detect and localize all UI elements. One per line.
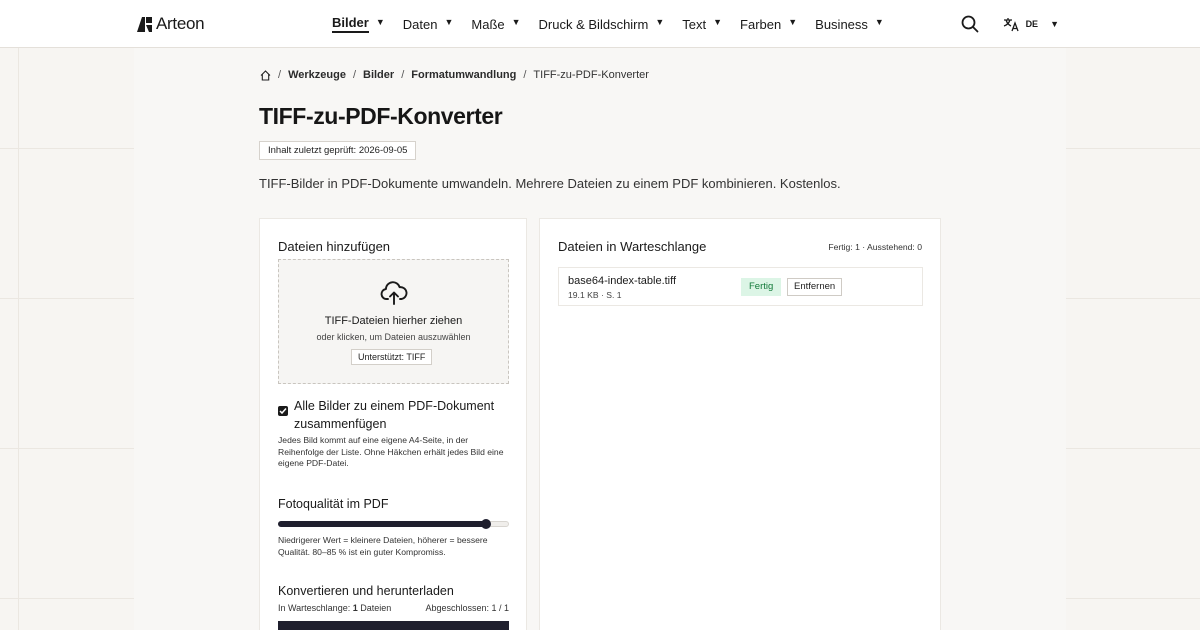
file-dropzone[interactable]: TIFF-Dateien hierher ziehen oder klicken… <box>278 259 509 384</box>
convert-download-button[interactable] <box>278 621 509 630</box>
convert-title: Konvertieren und herunterladen <box>278 584 454 598</box>
nav-item-label: Druck & Bildschirm <box>538 16 649 32</box>
cloud-upload-icon <box>380 281 408 305</box>
page-title: TIFF-zu-PDF-Konverter <box>259 103 503 129</box>
brand-logo-icon <box>137 16 152 32</box>
brand-name: Arteon <box>156 14 205 33</box>
dropzone-hint: oder klicken, um Dateien auszuwählen <box>316 332 471 342</box>
nav-item-druck-bildschirm[interactable]: Druck & Bildschirm ▼ <box>539 0 665 48</box>
merge-help-text: Jedes Bild kommt auf eine eigene A4-Seit… <box>278 435 504 468</box>
language-code: DE <box>1025 19 1039 29</box>
caret-down-icon: ▼ <box>874 17 884 27</box>
file-meta: 19.1 KB · S. 1 <box>568 290 622 300</box>
queue-status: Fertig: 1 · Ausstehend: 0 <box>828 242 922 252</box>
search-icon <box>961 15 978 33</box>
translate-icon <box>1003 17 1019 31</box>
nav-item-label: Farben <box>740 16 782 32</box>
nav-item-label: Business <box>815 16 868 32</box>
nav-item-masse[interactable]: Maße ▼ <box>471 0 520 48</box>
slider-thumb[interactable] <box>480 519 491 529</box>
status-badge: Fertig <box>741 278 782 296</box>
nav-item-label: Daten <box>402 16 438 32</box>
caret-down-icon: ▼ <box>444 17 454 27</box>
breadcrumb: / Werkzeuge / Bilder / Formatumwandlung … <box>260 69 649 81</box>
queue-count: 1 <box>352 603 358 613</box>
nav-item-farben[interactable]: Farben ▼ <box>740 0 797 48</box>
add-files-title: Dateien hinzufügen <box>278 239 391 254</box>
dropzone-title: TIFF-Dateien hierher ziehen <box>324 315 463 327</box>
page-intro: TIFF-Bilder in PDF-Dokumente umwandeln. … <box>259 176 841 191</box>
main-content: / Werkzeuge / Bilder / Formatumwandlung … <box>134 48 1066 630</box>
caret-down-icon: ▼ <box>1050 19 1059 29</box>
slider-fill <box>278 521 486 527</box>
queue-file-row: base64-index-table.tiff 19.1 KB · S. 1 F… <box>558 267 923 306</box>
caret-down-icon: ▼ <box>511 17 521 27</box>
breadcrumb-separator: / <box>278 69 282 81</box>
breadcrumb-separator: / <box>401 69 405 81</box>
remove-button[interactable]: Entfernen <box>787 278 843 296</box>
caret-down-icon: ▼ <box>713 17 723 27</box>
caret-down-icon: ▼ <box>375 17 385 27</box>
queue-title: Dateien in Warteschlange <box>558 239 707 254</box>
caret-down-icon: ▼ <box>655 17 665 27</box>
review-date-badge: Inhalt zuletzt geprüft: 2026-09-05 <box>259 141 417 160</box>
breadcrumb-current: TIFF-zu-PDF-Konverter <box>533 69 649 81</box>
queue-label: In Warteschlange: <box>278 603 351 613</box>
breadcrumb-link-formatumwandlung[interactable]: Formatumwandlung <box>411 69 516 81</box>
done-count: Abgeschlossen: 1 / 1 <box>425 603 509 613</box>
supported-formats-badge: Unterstützt: TIFF <box>351 349 433 365</box>
convert-meta: In Warteschlange: 1 Dateien Abgeschlosse… <box>278 603 509 613</box>
nav-item-label: Text <box>682 16 707 32</box>
breadcrumb-link-werkzeuge[interactable]: Werkzeuge <box>288 69 346 81</box>
main-nav: Bilder ▼ Daten ▼ Maße ▼ Druck & Bildschi… <box>332 0 902 48</box>
checkmark-icon <box>279 408 287 415</box>
nav-item-label: Maße <box>471 16 505 32</box>
quality-help-text: Niedrigerer Wert = kleinere Dateien, höh… <box>278 535 488 557</box>
home-icon[interactable] <box>260 69 271 81</box>
language-selector[interactable]: DE ▼ <box>1003 17 1059 32</box>
nav-item-label: Bilder <box>332 15 369 33</box>
queue-unit: Dateien <box>360 603 392 613</box>
caret-down-icon: ▼ <box>788 17 798 27</box>
header-actions: DE ▼ <box>961 0 1059 48</box>
quality-title: Fotoqualität im PDF <box>278 497 389 511</box>
nav-item-text[interactable]: Text ▼ <box>682 0 722 48</box>
search-button[interactable] <box>961 15 979 33</box>
breadcrumb-separator: / <box>523 69 527 81</box>
nav-item-business[interactable]: Business ▼ <box>815 0 884 48</box>
breadcrumb-separator: / <box>352 69 356 81</box>
quality-slider[interactable] <box>278 519 509 529</box>
nav-item-daten[interactable]: Daten ▼ <box>403 0 454 48</box>
add-files-card: Dateien hinzufügen TIFF-Dateien hierher … <box>259 218 527 630</box>
queue-card: Dateien in Warteschlange Fertig: 1 · Aus… <box>539 218 941 630</box>
top-header: Arteon Bilder ▼ Daten ▼ Maße ▼ Druck & B… <box>0 0 1200 48</box>
file-name: base64-index-table.tiff <box>568 275 677 287</box>
breadcrumb-link-bilder[interactable]: Bilder <box>363 69 394 81</box>
merge-checkbox[interactable] <box>278 406 288 416</box>
brand-logo[interactable]: Arteon <box>137 13 205 35</box>
merge-checkbox-label[interactable]: Alle Bilder zu einem PDF-Dokument zusamm… <box>294 397 514 433</box>
nav-item-bilder[interactable]: Bilder ▼ <box>332 0 385 48</box>
